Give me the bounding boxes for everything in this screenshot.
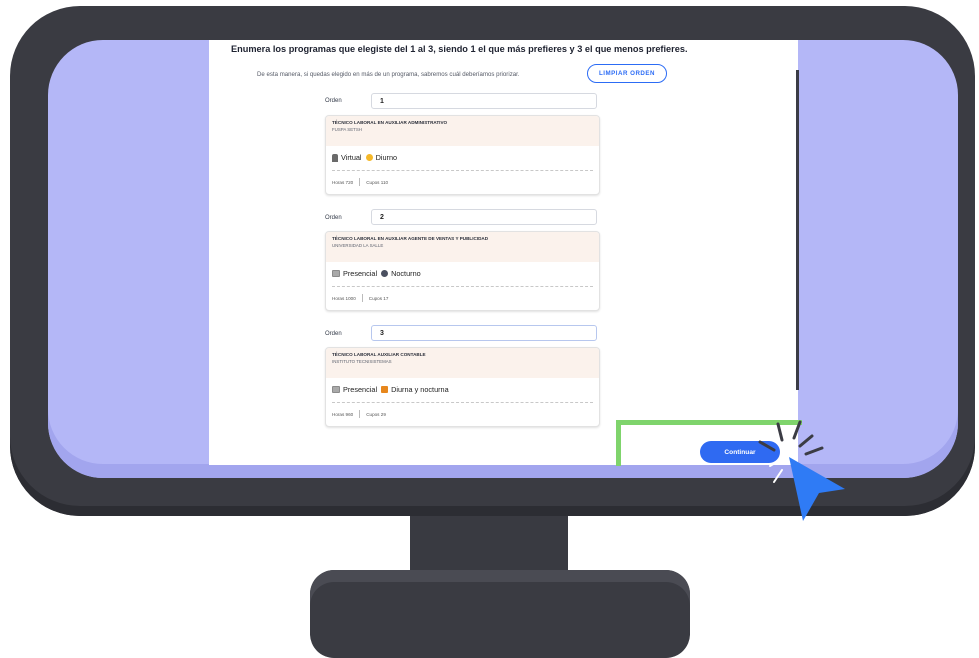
program-institution: FUSPA SETSH [332,127,362,132]
program-meta: Horas 720 Cupos 110 [332,178,388,186]
page-subtitle: De esta manera, si quedas elegido en más… [257,71,520,78]
meta-separator [359,410,361,418]
monitor-stand-base [310,570,690,658]
program-schedule: Diurno [375,153,398,162]
program-card-header: TÉCNICO LABORAL EN AUXILIAR ADMINISTRATI… [326,116,599,146]
program-hours: Horas 720 [332,179,354,185]
program-slots: Cupos 110 [366,179,389,185]
program-institution: INSTITUTO TECNISISTEMAS [332,359,392,364]
program-slots: Cupos 17 [368,295,389,301]
building-icon [332,270,340,277]
order-label-3: Orden [325,331,342,337]
program-meta: Horas 960 Cupos 29 [332,410,386,418]
program-card-2: TÉCNICO LABORAL EN AUXILIAR AGENTE DE VE… [325,231,600,311]
program-modality-row: Presencial Diurna y nocturna [332,385,449,394]
sun-moon-icon [381,386,389,393]
scrollbar[interactable] [796,70,799,390]
order-label-1: Orden [325,98,342,104]
program-modality: Presencial [343,385,378,394]
card-divider [332,402,593,403]
virtual-icon [332,153,338,162]
program-card-header: TÉCNICO LABORAL AUXILIAR CONTABLE INSTIT… [326,348,599,378]
program-card-header: TÉCNICO LABORAL EN AUXILIAR AGENTE DE VE… [326,232,599,262]
page-title: Enumera los programas que elegiste del 1… [231,44,688,54]
program-order-form: Enumera los programas que elegiste del 1… [209,40,798,465]
cursor-arrow-icon [789,457,845,521]
clear-order-button[interactable]: LIMPIAR ORDEN [587,64,667,83]
order-input-2[interactable]: 2 [371,209,597,225]
program-hours: Horas 1000 [332,295,356,301]
meta-separator [359,178,361,186]
card-divider [332,286,593,287]
sun-icon [365,154,373,161]
building-icon [332,386,340,393]
program-hours: Horas 960 [332,411,354,417]
program-name: TÉCNICO LABORAL EN AUXILIAR AGENTE DE VE… [332,236,489,241]
program-modality-row: Virtual Diurno [332,153,397,162]
program-modality: Presencial [343,269,378,278]
program-name: TÉCNICO LABORAL EN AUXILIAR ADMINISTRATI… [332,120,448,125]
program-institution: UNIVERSIDAD LA SALLE [332,243,384,248]
moon-icon [381,270,389,277]
order-input-1[interactable]: 1 [371,93,597,109]
order-label-2: Orden [325,215,342,221]
card-divider [332,170,593,171]
program-meta: Horas 1000 Cupos 17 [332,294,388,302]
program-schedule: Nocturno [391,269,421,278]
program-card-1: TÉCNICO LABORAL EN AUXILIAR ADMINISTRATI… [325,115,600,195]
program-slots: Cupos 29 [366,411,386,417]
order-input-3[interactable]: 3 [371,325,597,341]
program-schedule: Diurna y nocturna [391,385,449,394]
meta-separator [361,294,363,302]
program-modality: Virtual [341,153,362,162]
program-name: TÉCNICO LABORAL AUXILIAR CONTABLE [332,352,426,357]
program-card-3: TÉCNICO LABORAL AUXILIAR CONTABLE INSTIT… [325,347,600,427]
program-modality-row: Presencial Nocturno [332,269,421,278]
